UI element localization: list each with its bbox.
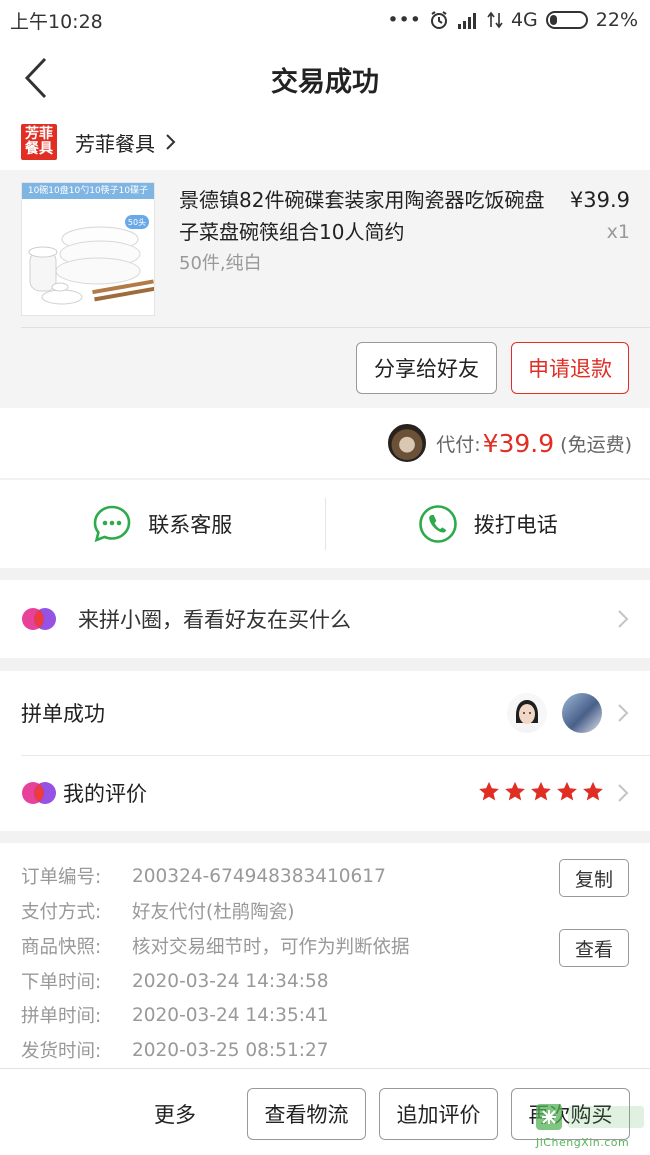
shipping-note: (免运费) (560, 433, 632, 456)
info-key: 拼单时间: (21, 1006, 102, 1027)
battery-level (549, 15, 557, 25)
store-name: 芳菲餐具 (75, 131, 155, 156)
payment-method-row: 支付方式: 好友代付(杜鹃陶瓷) (21, 896, 294, 926)
product-image-banner: 10碗10盘10勺10筷子10碟子 (22, 183, 154, 199)
status-time: 上午10:28 (10, 10, 103, 33)
chevron-left-icon (24, 57, 47, 99)
more-button[interactable]: 更多 (154, 1099, 196, 1129)
star-icon (504, 781, 526, 806)
payer-avatar[interactable] (388, 424, 427, 462)
circle-logo-icon (22, 782, 56, 804)
payment-row: 代付: ¥39.9 (免运费) (0, 408, 650, 478)
friend-circle-row[interactable]: 来拼小圈，看看好友在买什么 (0, 580, 650, 658)
alarm-icon (430, 11, 447, 29)
info-key: 发货时间: (21, 1041, 102, 1062)
nav-bar: 交易成功 (0, 40, 650, 118)
product-spec: 50件,纯白 (179, 253, 262, 274)
order-number: 200324-674948383410617 (132, 865, 386, 887)
contact-service-button[interactable]: 联系客服 (0, 480, 325, 568)
watermark-text: JiChengXin.com (536, 1136, 630, 1149)
signal-empty-icon (487, 11, 503, 29)
battery-text: 22% (595, 9, 638, 31)
share-button[interactable]: 分享给好友 (356, 342, 497, 394)
group-time: 2020-03-24 14:35:41 (132, 1004, 329, 1026)
product-card[interactable]: 10碗10盘10勺10筷子10碟子 50头 景德镇82件碗碟套装家用陶瓷器吃饭碗… (0, 170, 650, 408)
battery-icon (545, 11, 588, 29)
store-row[interactable]: 芳菲餐具 芳菲餐具 (0, 114, 650, 170)
group-success-row[interactable]: 拼单成功 (0, 671, 650, 755)
info-key: 支付方式: (21, 902, 102, 923)
chevron-right-icon (617, 609, 629, 629)
more-dots-icon: ••• (387, 9, 421, 31)
network-type: 4G (510, 9, 538, 31)
star-icon (582, 781, 604, 806)
chat-bubble-icon (93, 505, 131, 543)
star-icon (530, 781, 552, 806)
my-review-label: 我的评价 (63, 782, 147, 806)
contact-row: 联系客服 拨打电话 (0, 480, 650, 568)
copy-button[interactable]: 复制 (559, 859, 629, 897)
product-quantity: x1 (606, 221, 630, 243)
chevron-right-icon (617, 783, 629, 803)
product-image-badge: 50头 (128, 217, 146, 227)
back-button[interactable] (14, 54, 58, 102)
page-title: 交易成功 (271, 66, 379, 98)
snapshot-text: 核对交易细节时，可作为判断依据 (132, 937, 410, 958)
refund-button[interactable]: 申请退款 (511, 342, 629, 394)
my-review-row[interactable]: 我的评价 (0, 755, 650, 831)
phone-icon (418, 505, 457, 543)
star-icon (478, 781, 500, 806)
chevron-right-icon (617, 703, 629, 723)
info-key: 下单时间: (21, 972, 102, 993)
chevron-right-icon (165, 133, 177, 151)
status-bar: 上午10:28 ••• 4G 22% (0, 0, 650, 40)
view-logistics-button[interactable]: 查看物流 (247, 1088, 366, 1140)
view-snapshot-button[interactable]: 查看 (559, 929, 629, 967)
payment-method: 好友代付(杜鹃陶瓷) (132, 902, 295, 923)
tableware-illustration: 50头 (22, 199, 154, 315)
call-phone-label: 拨打电话 (473, 513, 558, 537)
divider (21, 327, 650, 328)
group-section: 拼单成功 我的评价 (0, 671, 650, 831)
order-time: 2020-03-24 14:34:58 (132, 970, 329, 992)
friend-circle-text: 来拼小圈，看看好友在买什么 (78, 608, 351, 632)
status-icons: ••• 4G 22% (387, 9, 638, 31)
add-review-button[interactable]: 追加评价 (379, 1088, 498, 1140)
product-title: 景德镇82件碗碟套装家用陶瓷器吃饭碗盘子菜盘碗筷组合10人简约 (179, 188, 545, 244)
product-image: 10碗10盘10勺10筷子10碟子 50头 (21, 182, 155, 316)
order-number-row: 订单编号: 200324-674948383410617 (21, 861, 386, 891)
watermark: JiChengXin.com (530, 1100, 648, 1152)
signal-icon (457, 13, 476, 29)
rating-stars (478, 781, 604, 806)
group-time-row: 拼单时间: 2020-03-24 14:35:41 (21, 1000, 328, 1030)
order-info: 订单编号: 200324-674948383410617 复制 支付方式: 好友… (0, 843, 650, 1068)
contact-service-label: 联系客服 (148, 513, 233, 537)
ship-time-row: 发货时间: 2020-03-25 08:51:27 (21, 1035, 328, 1065)
call-phone-button[interactable]: 拨打电话 (326, 480, 650, 568)
info-key: 商品快照: (21, 937, 102, 958)
watermark-logo-icon (536, 1104, 644, 1130)
member-avatar[interactable] (562, 693, 602, 733)
member-avatar[interactable] (507, 693, 547, 733)
circle-logo-icon (22, 608, 56, 630)
store-logo: 芳菲餐具 (21, 124, 57, 160)
star-icon (556, 781, 578, 806)
payment-label: 代付: (436, 433, 481, 456)
order-time-row: 下单时间: 2020-03-24 14:34:58 (21, 966, 328, 996)
snapshot-row: 商品快照: 核对交易细节时，可作为判断依据 (21, 931, 410, 961)
payment-amount: ¥39.9 (482, 428, 555, 458)
group-success-label: 拼单成功 (21, 702, 105, 726)
ship-time: 2020-03-25 08:51:27 (132, 1039, 329, 1061)
info-key: 订单编号: (21, 867, 102, 888)
product-price: ¥39.9 (569, 188, 630, 212)
